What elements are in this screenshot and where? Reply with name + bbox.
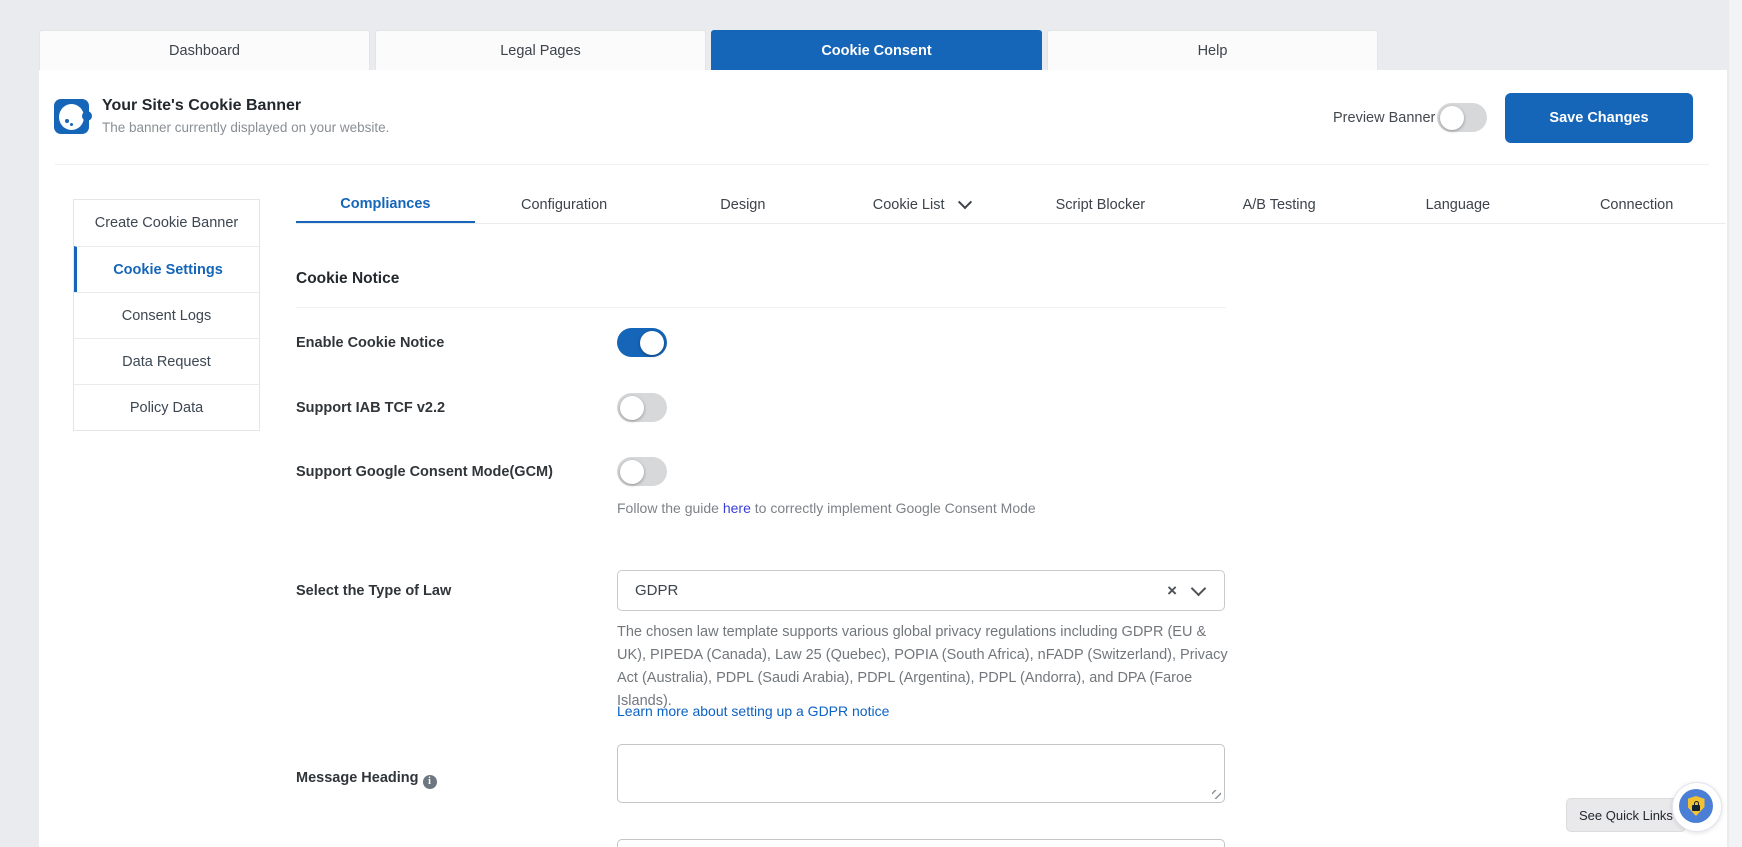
message-heading-textarea[interactable] <box>617 744 1225 803</box>
preview-banner-toggle[interactable] <box>1437 103 1487 132</box>
settings-sidebar: Create Cookie Banner Cookie Settings Con… <box>73 199 260 431</box>
tab-language[interactable]: Language <box>1369 186 1548 223</box>
section-divider <box>296 307 1226 308</box>
tab-cookie-consent[interactable]: Cookie Consent <box>711 30 1042 70</box>
tab-label: Legal Pages <box>500 42 581 59</box>
toggle-knob <box>620 395 644 420</box>
support-gcm-label: Support Google Consent Mode(GCM) <box>296 464 553 480</box>
header-divider <box>55 164 1709 165</box>
section-heading: Cookie Notice <box>296 270 400 287</box>
sidebar-item-consent-logs[interactable]: Consent Logs <box>74 292 259 338</box>
main-panel: Your Site's Cookie Banner The banner cur… <box>39 70 1727 847</box>
cookie-logo-icon <box>54 99 92 134</box>
sidebar-item-create-cookie-banner[interactable]: Create Cookie Banner <box>74 200 259 246</box>
message-body-textarea[interactable] <box>617 839 1225 847</box>
tab-label: Dashboard <box>169 42 240 59</box>
tab-dashboard[interactable]: Dashboard <box>39 30 370 70</box>
info-icon: i <box>422 775 437 789</box>
see-quick-links-button[interactable]: See Quick Links <box>1566 798 1686 832</box>
enable-cookie-notice-toggle[interactable] <box>617 328 667 357</box>
toggle-knob <box>640 330 664 355</box>
support-gcm-toggle[interactable] <box>617 457 667 486</box>
tab-ab-testing[interactable]: A/B Testing <box>1190 186 1369 223</box>
gcm-help-text: Follow the guide here to correctly imple… <box>617 500 1036 516</box>
tab-design[interactable]: Design <box>654 186 833 223</box>
law-selected-value: GDPR <box>635 582 679 599</box>
toggle-knob <box>620 459 644 484</box>
chevron-down-icon[interactable] <box>1190 580 1207 597</box>
tab-label: Cookie Consent <box>821 42 932 59</box>
sidebar-item-data-request[interactable]: Data Request <box>74 338 259 384</box>
resize-handle-icon[interactable] <box>1212 790 1221 799</box>
tab-label: Help <box>1197 42 1228 59</box>
clear-selection-icon[interactable]: × <box>1155 581 1189 601</box>
support-iab-tcf-toggle[interactable] <box>617 393 667 422</box>
tab-connection[interactable]: Connection <box>1547 186 1726 223</box>
scrollbar-track[interactable] <box>1729 0 1742 847</box>
sidebar-item-cookie-settings[interactable]: Cookie Settings <box>74 246 259 292</box>
save-changes-button[interactable]: Save Changes <box>1505 93 1693 143</box>
tab-configuration[interactable]: Configuration <box>475 186 654 223</box>
tab-compliances[interactable]: Compliances <box>296 186 475 223</box>
tab-legal-pages[interactable]: Legal Pages <box>375 30 706 70</box>
shield-lock-icon <box>1679 789 1713 823</box>
page-title: Your Site's Cookie Banner <box>102 97 302 114</box>
learn-more-gdpr-link[interactable]: Learn more about setting up a GDPR notic… <box>617 703 889 719</box>
enable-cookie-notice-label: Enable Cookie Notice <box>296 335 445 351</box>
tab-script-blocker[interactable]: Script Blocker <box>1011 186 1190 223</box>
preview-banner-label: Preview Banner <box>1333 110 1436 126</box>
support-iab-tcf-label: Support IAB TCF v2.2 <box>296 400 446 416</box>
message-heading-label: Message Heading i <box>296 770 437 789</box>
app-window: Dashboard Legal Pages Cookie Consent Hel… <box>0 0 1742 847</box>
tab-cookie-list[interactable]: Cookie List <box>832 186 1011 223</box>
law-description: The chosen law template supports various… <box>617 624 1228 709</box>
law-select-dropdown[interactable]: GDPR × <box>617 570 1225 611</box>
sidebar-item-policy-data[interactable]: Policy Data <box>74 384 259 430</box>
gcm-guide-link[interactable]: here <box>723 500 751 516</box>
tab-help[interactable]: Help <box>1047 30 1378 70</box>
page-subtitle: The banner currently displayed on your w… <box>102 120 390 135</box>
content-tab-bar: Compliances Configuration Design Cookie … <box>296 186 1726 224</box>
select-law-label: Select the Type of Law <box>296 583 452 599</box>
chevron-down-icon <box>958 194 973 209</box>
quick-links-toggle-button[interactable] <box>1672 782 1722 832</box>
toggle-knob <box>1440 105 1464 130</box>
